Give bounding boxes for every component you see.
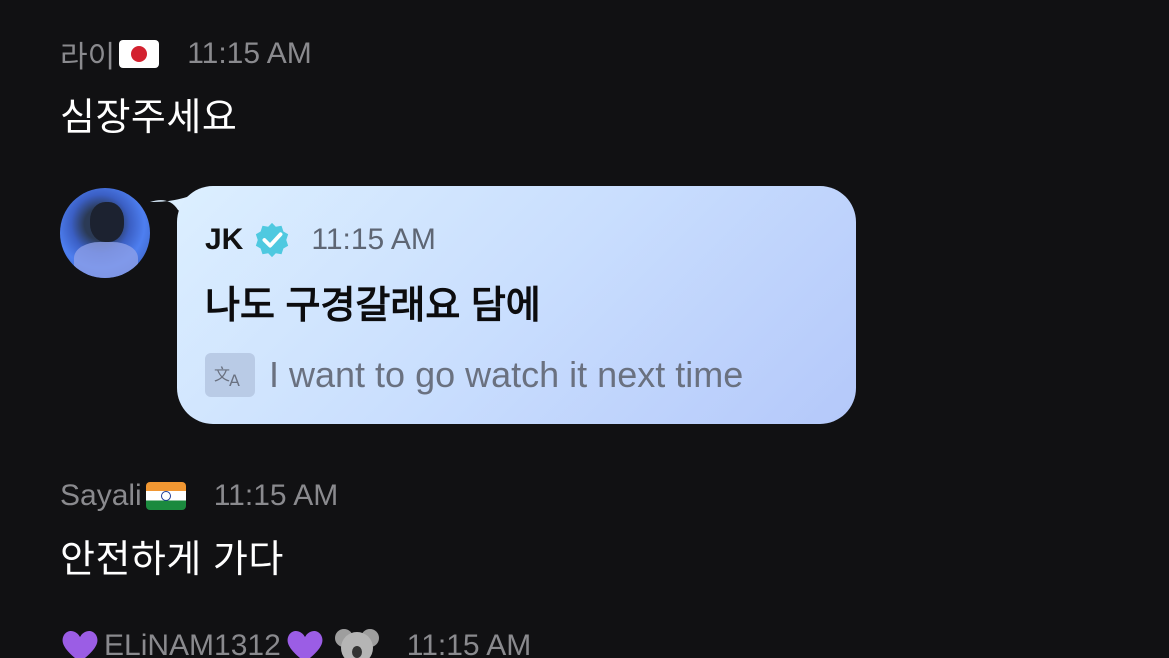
svg-text:A: A [229, 371, 240, 388]
message-text: 안전하게 가다 [60, 539, 284, 581]
message-meta: 라이 11:15 AM [60, 34, 312, 74]
purple-heart-icon [287, 631, 323, 658]
translate-icon[interactable]: 文 A [205, 353, 255, 397]
timestamp: 11:15 AM [187, 37, 312, 70]
message-text: 나도 구경갈래요 담에 [205, 285, 541, 327]
timestamp: 11:15 AM [406, 629, 532, 658]
message-meta: JK 11:15 AM [205, 220, 856, 260]
artist-name[interactable]: JK [205, 223, 243, 257]
message-text: 심장주세요 [60, 97, 238, 139]
message-meta: Sayali 11:15 AM [60, 476, 338, 516]
translation-row: 文 A I want to go watch it next time [205, 353, 856, 397]
artist-message-bubble[interactable]: JK 11:15 AM 나도 구경갈래요 담에 文 A I want to go… [177, 186, 856, 424]
chat-feed: 라이 11:15 AM 심장주세요 JK 11:15 AM 나도 구경갈래요 담… [0, 0, 1169, 658]
chat-message: 라이 11:15 AM 심장주세요 [60, 34, 312, 141]
avatar[interactable] [60, 188, 150, 278]
username[interactable]: Sayali [60, 479, 142, 513]
purple-heart-icon [62, 631, 98, 658]
timestamp: 11:15 AM [311, 223, 436, 256]
verified-badge-icon [256, 222, 289, 258]
chat-message: ELiNAM1312 11:15 AM [60, 626, 531, 658]
username[interactable]: 라이 [60, 32, 115, 76]
translation-text: I want to go watch it next time [269, 354, 744, 395]
username[interactable]: ELiNAM1312 [104, 629, 281, 658]
koala-icon [334, 629, 379, 658]
jp-flag-icon [119, 40, 160, 68]
chat-message: Sayali 11:15 AM 안전하게 가다 [60, 476, 338, 583]
timestamp: 11:15 AM [213, 479, 339, 512]
svg-text:文: 文 [214, 365, 230, 384]
in-flag-icon [145, 482, 186, 510]
message-meta: ELiNAM1312 11:15 AM [60, 626, 531, 658]
